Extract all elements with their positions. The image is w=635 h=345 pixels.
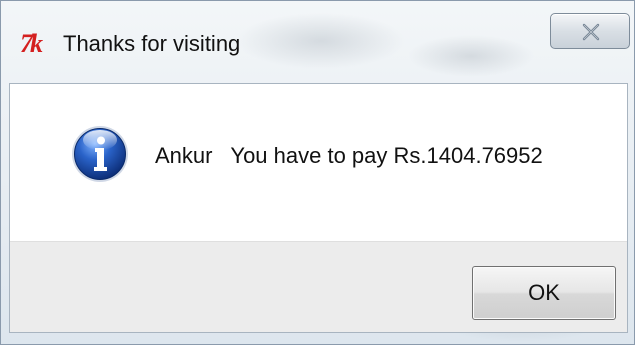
title-bar[interactable]: 7k Thanks for visiting [1,1,634,83]
button-bar: OK [10,241,627,332]
close-icon [582,23,600,41]
info-icon [72,126,128,182]
close-button[interactable] [550,13,630,49]
ok-button[interactable]: OK [472,266,616,320]
message-area: Ankur You have to pay Rs.1404.76952 [10,84,627,241]
tk-feather-icon: 7k [20,29,43,58]
message-dialog-window: 7k Thanks for visiting Ankur You have to… [0,0,635,345]
dialog-message: Ankur You have to pay Rs.1404.76952 [155,143,543,168]
dialog-body: Ankur You have to pay Rs.1404.76952 OK [9,83,628,333]
window-title: Thanks for visiting [63,31,241,56]
